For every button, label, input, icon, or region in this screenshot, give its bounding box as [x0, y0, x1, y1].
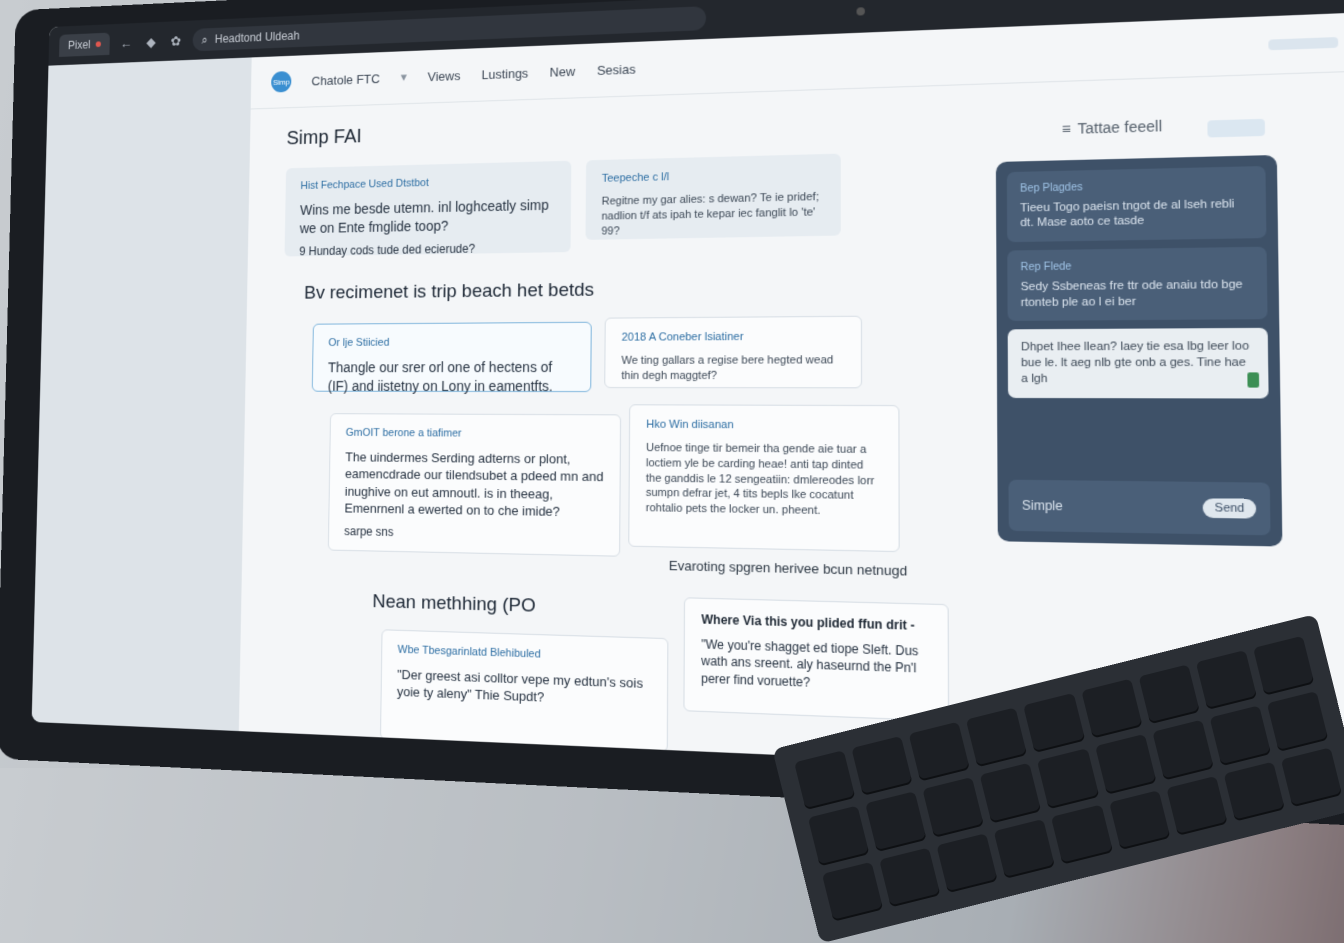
keyboard-key: [923, 777, 985, 837]
section-title-everything: Evaroting spgren herivee bcun netnugd: [669, 558, 908, 579]
keyboard-key: [1037, 749, 1099, 809]
keyboard-key: [1209, 706, 1271, 766]
menu-icon[interactable]: ≡: [1062, 120, 1071, 137]
card-heading: Teepeche c l/l: [602, 166, 824, 186]
card-body: "Der greest asi colltor vepe my edtun's …: [397, 666, 651, 711]
keyboard-key: [994, 819, 1056, 879]
keyboard-key: [966, 707, 1028, 767]
card-body: We ting gallars a regise bere hegted wea…: [621, 353, 844, 384]
keyboard-key: [879, 847, 941, 907]
side-panel-action-button[interactable]: [1207, 119, 1265, 138]
card-mid-left[interactable]: GmOIT berone a tiafimer The uindermes Se…: [328, 413, 621, 557]
card-heading: Wbe Tbesgarinlatd Blehibuled: [397, 643, 650, 667]
send-button[interactable]: Send: [1203, 498, 1256, 518]
settings-icon[interactable]: ✿: [168, 32, 184, 50]
side-note[interactable]: Dhpet Ihee llean? laey tie esa lbg leer …: [1008, 328, 1269, 398]
keyboard-key: [1081, 679, 1143, 739]
app-logo[interactable]: Simp: [271, 71, 291, 93]
card-heading: Or lje Stiicied: [328, 335, 574, 351]
side-panel-heading: ≡ Tattae feeell: [1062, 118, 1162, 138]
back-arrow-icon[interactable]: ←: [118, 34, 134, 51]
card-top-right[interactable]: Teepeche c l/l Regitne my gar alies: s d…: [585, 154, 840, 240]
browser-tab[interactable]: Pixel: [59, 33, 110, 57]
keyboard-key: [1152, 720, 1214, 780]
keyboard-key: [851, 736, 913, 796]
card-heading: GmOIT berone a tiafimer: [346, 426, 604, 442]
chat-side-panel: Bep Plagdes Tieeu Togo paeisn tngot de a…: [996, 155, 1283, 547]
card-body: Regitne my gar alies: s dewan? Te ie pri…: [601, 190, 824, 239]
card-bottom-right[interactable]: Where Via this you plided ffun drit - "W…: [683, 597, 949, 721]
card-heading: Hko Win diisanan: [646, 418, 881, 435]
card-top-left[interactable]: Hist Fechpace Used Dtstbot Wins me besde…: [285, 161, 572, 257]
section-title-beach: Bv recimenet is trip beach het betds: [304, 280, 594, 305]
tab-close-icon[interactable]: [96, 41, 101, 47]
side-card-body: Tieeu Togo paeisn tngot de al lseh rebli…: [1020, 196, 1252, 232]
keyboard-key: [1267, 691, 1329, 751]
card-mid-right[interactable]: Hko Win diisanan Uefnoe tinge tir bemeir…: [628, 404, 899, 552]
keyboard-key: [794, 750, 856, 810]
keyboard-key: [1023, 693, 1085, 753]
card-body: "We you're shagget ed tiope Sleft. Dus w…: [701, 636, 930, 695]
card-footer-text: sarpe sns: [344, 523, 603, 544]
workspace-selector[interactable]: Chatole FTC: [311, 71, 380, 88]
card-heading: 2018 A Coneber lsiatiner: [622, 329, 844, 345]
card-small-right[interactable]: 2018 A Coneber lsiatiner We ting gallars…: [604, 316, 862, 389]
topnav-actions: [1268, 36, 1344, 50]
webcam-icon: [856, 7, 864, 15]
nav-item-views[interactable]: Views: [428, 68, 461, 84]
keyboard-key: [909, 722, 971, 782]
nav-item-lustings[interactable]: Lustings: [481, 65, 528, 81]
side-card[interactable]: Bep Plagdes Tieeu Togo paeisn tngot de a…: [1007, 166, 1267, 242]
keyboard-key: [1109, 790, 1171, 850]
card-heading: Where Via this you plided ffun drit -: [701, 611, 930, 635]
keyboard-key: [1138, 664, 1200, 724]
card-outlined[interactable]: Or lje Stiicied Thangle our srer orl one…: [312, 322, 592, 392]
card-body: Uefnoe tinge tir bemeir tha gende aie tu…: [646, 441, 882, 521]
keyboard-key: [1051, 804, 1113, 864]
chat-input-label: Simple: [1022, 498, 1063, 514]
side-card[interactable]: Rep Flede Sedy Ssbeneas fre ttr ode anai…: [1007, 247, 1267, 321]
keyboard-key: [1166, 776, 1228, 836]
keyboard-key: [937, 833, 999, 893]
tab-label: Pixel: [68, 38, 91, 52]
card-body: Wins me besde utemn. inl loghceatly simp…: [300, 196, 556, 238]
page-title: Simp FAI: [286, 126, 361, 150]
side-card-heading: Bep Plagdes: [1020, 177, 1252, 196]
keyboard-key: [865, 791, 927, 851]
side-card-body: Sedy Ssbeneas fre ttr ode anaiu tdo bge …: [1021, 277, 1254, 311]
side-note-body: Dhpet Ihee llean? laey tie esa lbg leer …: [1021, 339, 1255, 387]
keyboard-key: [1281, 747, 1343, 807]
card-bullet: 9 Hunday cods tude ded ecierude?: [299, 239, 555, 259]
side-card-heading: Rep Flede: [1020, 258, 1253, 275]
card-body: Thangle our srer orl one of hectens of (…: [328, 358, 575, 396]
keyboard-key: [1095, 734, 1157, 794]
nav-item-sesias[interactable]: Sesias: [597, 61, 636, 77]
keyboard-key: [808, 806, 870, 866]
search-field[interactable]: [1268, 37, 1338, 50]
nav-item-new[interactable]: New: [550, 63, 576, 79]
card-body: The uindermes Serding adterns or plont, …: [344, 448, 603, 521]
keyboard-key: [1253, 636, 1315, 696]
card-heading: Hist Fechpace Used Dtstbot: [300, 173, 555, 194]
status-indicator: [1247, 372, 1259, 387]
search-icon: ⌕: [201, 32, 207, 46]
left-rail: [32, 57, 252, 731]
chat-input-bar[interactable]: Simple Send: [1008, 480, 1270, 536]
address-bar-text: Headtond Uldeah: [215, 29, 300, 46]
chevron-down-icon[interactable]: ▾: [401, 69, 407, 85]
section-title-meething: Nean methhing (PO: [372, 591, 535, 618]
keyboard-key: [1196, 650, 1258, 710]
shield-icon[interactable]: ◆: [143, 33, 159, 50]
card-bottom-left[interactable]: Wbe Tbesgarinlatd Blehibuled "Der greest…: [380, 629, 668, 752]
keyboard-key: [980, 763, 1042, 823]
keyboard-key: [822, 861, 884, 921]
keyboard-key: [1223, 761, 1285, 821]
